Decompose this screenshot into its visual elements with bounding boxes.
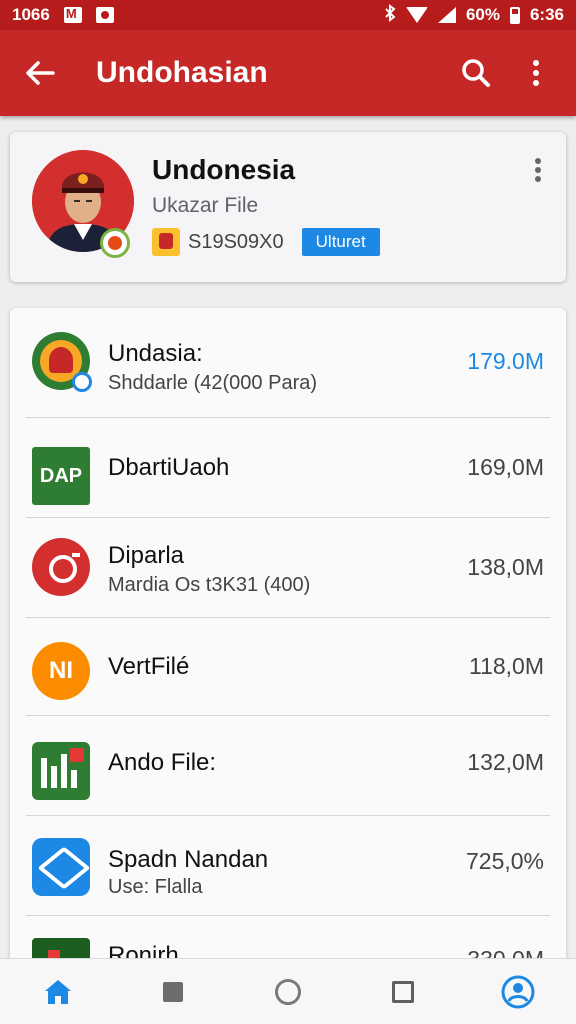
camera-icon: [32, 538, 90, 596]
status-time-left: 1066: [12, 5, 50, 24]
app-notification-icon: [95, 7, 114, 23]
status-badge[interactable]: Ulturet: [301, 228, 380, 256]
file-list: Undasia: Shddarle (42(000 Para) 179.0M D…: [10, 308, 566, 1024]
list-item[interactable]: Ando File: 132,0M: [10, 716, 566, 816]
home-icon[interactable]: [28, 962, 88, 1022]
item-size: 725,0%: [465, 848, 544, 874]
profile-name: Undonesia: [152, 154, 296, 185]
item-subtitle: Use: Flalla: [108, 876, 203, 898]
status-bar: 1066 60% 6:36: [0, 0, 576, 30]
status-time-right: 6:36: [529, 5, 564, 24]
item-title: DbartiUaoh: [108, 454, 230, 481]
page-title: Undohasian: [96, 56, 268, 89]
item-title: Ando File:: [108, 749, 217, 776]
emblem-icon: [32, 332, 92, 392]
account-icon[interactable]: [488, 962, 548, 1022]
profile-size: S19S09X0: [188, 230, 284, 253]
list-item[interactable]: NI VertFilé 118,0M: [10, 618, 566, 716]
bars-icon: [32, 742, 90, 800]
bottom-nav: [0, 958, 576, 1024]
circle-icon[interactable]: [258, 962, 318, 1022]
battery-percent: 60%: [465, 5, 500, 24]
cube-icon: [32, 838, 90, 896]
signal-icon: [437, 7, 456, 23]
flag-icon: [152, 228, 180, 256]
list-item[interactable]: Diparla Mardia Os t3K31 (400) 138,0M: [10, 518, 566, 618]
profile-subtitle: Ukazar File: [152, 194, 259, 217]
item-title: Spadn Nandan: [108, 846, 269, 873]
item-size: 169,0M: [467, 454, 544, 480]
profile-meta: S19S09X0 Ulturet: [152, 228, 380, 256]
item-size: 118,0M: [468, 653, 544, 679]
list-item[interactable]: DAP DbartiUaoh 169,0M: [10, 418, 566, 518]
battery-icon: [509, 6, 520, 24]
square-icon[interactable]: [373, 962, 433, 1022]
bluetooth-icon: [384, 3, 396, 27]
wifi-icon: [405, 7, 428, 23]
more-vert-icon[interactable]: [518, 55, 554, 91]
list-item[interactable]: Undasia: Shddarle (42(000 Para) 179.0M: [10, 308, 566, 418]
item-title: Diparla: [108, 542, 185, 569]
item-subtitle: Shddarle (42(000 Para): [108, 372, 318, 394]
item-size: 132,0M: [467, 749, 544, 775]
item-size: 179.0M: [467, 348, 544, 374]
dap-icon: DAP: [32, 447, 90, 505]
item-title: Undasia:: [108, 340, 203, 367]
item-size: 138,0M: [467, 554, 544, 580]
stop-icon[interactable]: [143, 962, 203, 1022]
item-title: VertFilé: [108, 653, 190, 680]
list-item[interactable]: Spadn Nandan Use: Flalla 725,0%: [10, 816, 566, 916]
back-arrow-icon[interactable]: [22, 55, 58, 91]
app-bar: Undohasian: [0, 30, 576, 116]
search-icon[interactable]: [458, 55, 494, 91]
item-subtitle: Mardia Os t3K31 (400): [108, 574, 311, 596]
ni-icon: NI: [32, 642, 90, 700]
card-more-vert-icon[interactable]: [524, 152, 552, 188]
profile-card[interactable]: Undonesia Ukazar File S19S09X0 Ulturet: [10, 132, 566, 282]
gmail-notification-icon: [63, 6, 82, 23]
verified-badge-icon: [100, 228, 130, 258]
